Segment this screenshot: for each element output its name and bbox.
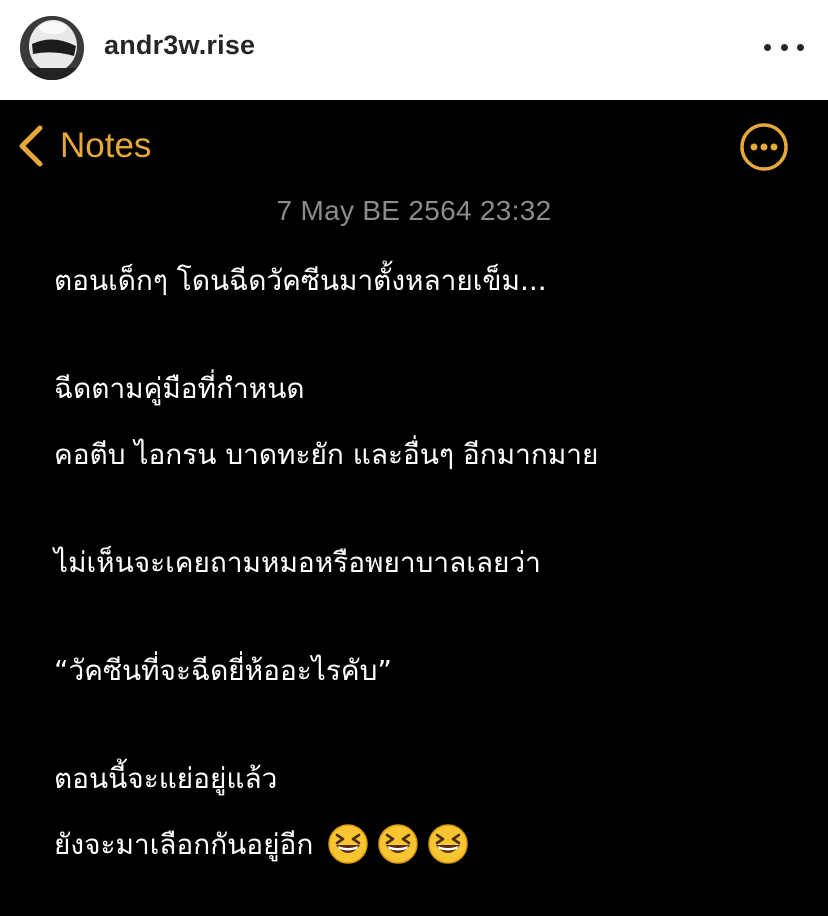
note-line-text: ยังจะมาเลือกกันอยู่อีก	[54, 828, 314, 861]
grinning-squinting-face-emoji	[378, 824, 419, 864]
grinning-squinting-face-emoji	[328, 824, 369, 864]
note-screenshot: Notes 7 May BE 2564 23:32 ตอนเด็กๆ โดนฉี…	[0, 100, 828, 916]
grinning-squinting-face-emoji	[428, 824, 469, 864]
note-date: 7 May BE 2564 23:32	[276, 195, 552, 226]
note-line: ตอนนี้จะแย่อยู่แล้ว	[54, 762, 278, 795]
more-dot	[780, 43, 788, 51]
user-avatar[interactable]	[20, 16, 84, 80]
note-line-with-emoji: ยังจะมาเลือกกันอยู่อีก	[54, 812, 814, 878]
note-line: ฉีดตามคู่มือที่กำหนด	[54, 372, 305, 405]
post-username[interactable]: andr3w.rise	[104, 30, 255, 61]
post-header: andr3w.rise	[0, 0, 828, 100]
helmet-avatar-icon	[20, 16, 84, 80]
more-circle-icon	[740, 123, 788, 171]
back-to-notes-button[interactable]: Notes	[16, 122, 151, 170]
note-line: ไม่เห็นจะเคยถามหมอหรือพยาบาลเลยว่า	[54, 546, 541, 579]
emoji-row	[327, 823, 469, 865]
note-actions-button[interactable]	[739, 122, 789, 172]
note-body: ตอนเด็กๆ โดนฉีดวัคซีนมาตั้งหลายเข็ม... ฉ…	[54, 248, 814, 878]
note-line: ตอนเด็กๆ โดนฉีดวัคซีนมาตั้งหลายเข็ม...	[54, 264, 547, 297]
note-blank-line	[54, 488, 814, 530]
back-label: Notes	[60, 126, 152, 165]
note-blank-line	[54, 704, 814, 746]
note-line: “วัคซีนที่จะฉีดยี่ห้ออะไรคับ”	[54, 654, 392, 687]
note-blank-line	[54, 596, 814, 638]
more-options-button[interactable]	[764, 30, 804, 64]
note-blank-line	[54, 314, 814, 356]
more-horizontal-icon	[764, 43, 771, 51]
note-line: คอตีบ ไอกรน บาดทะยัก และอื่นๆ อีกมากมาย	[54, 438, 599, 471]
more-dot	[797, 43, 804, 51]
chevron-left-icon	[19, 125, 43, 167]
